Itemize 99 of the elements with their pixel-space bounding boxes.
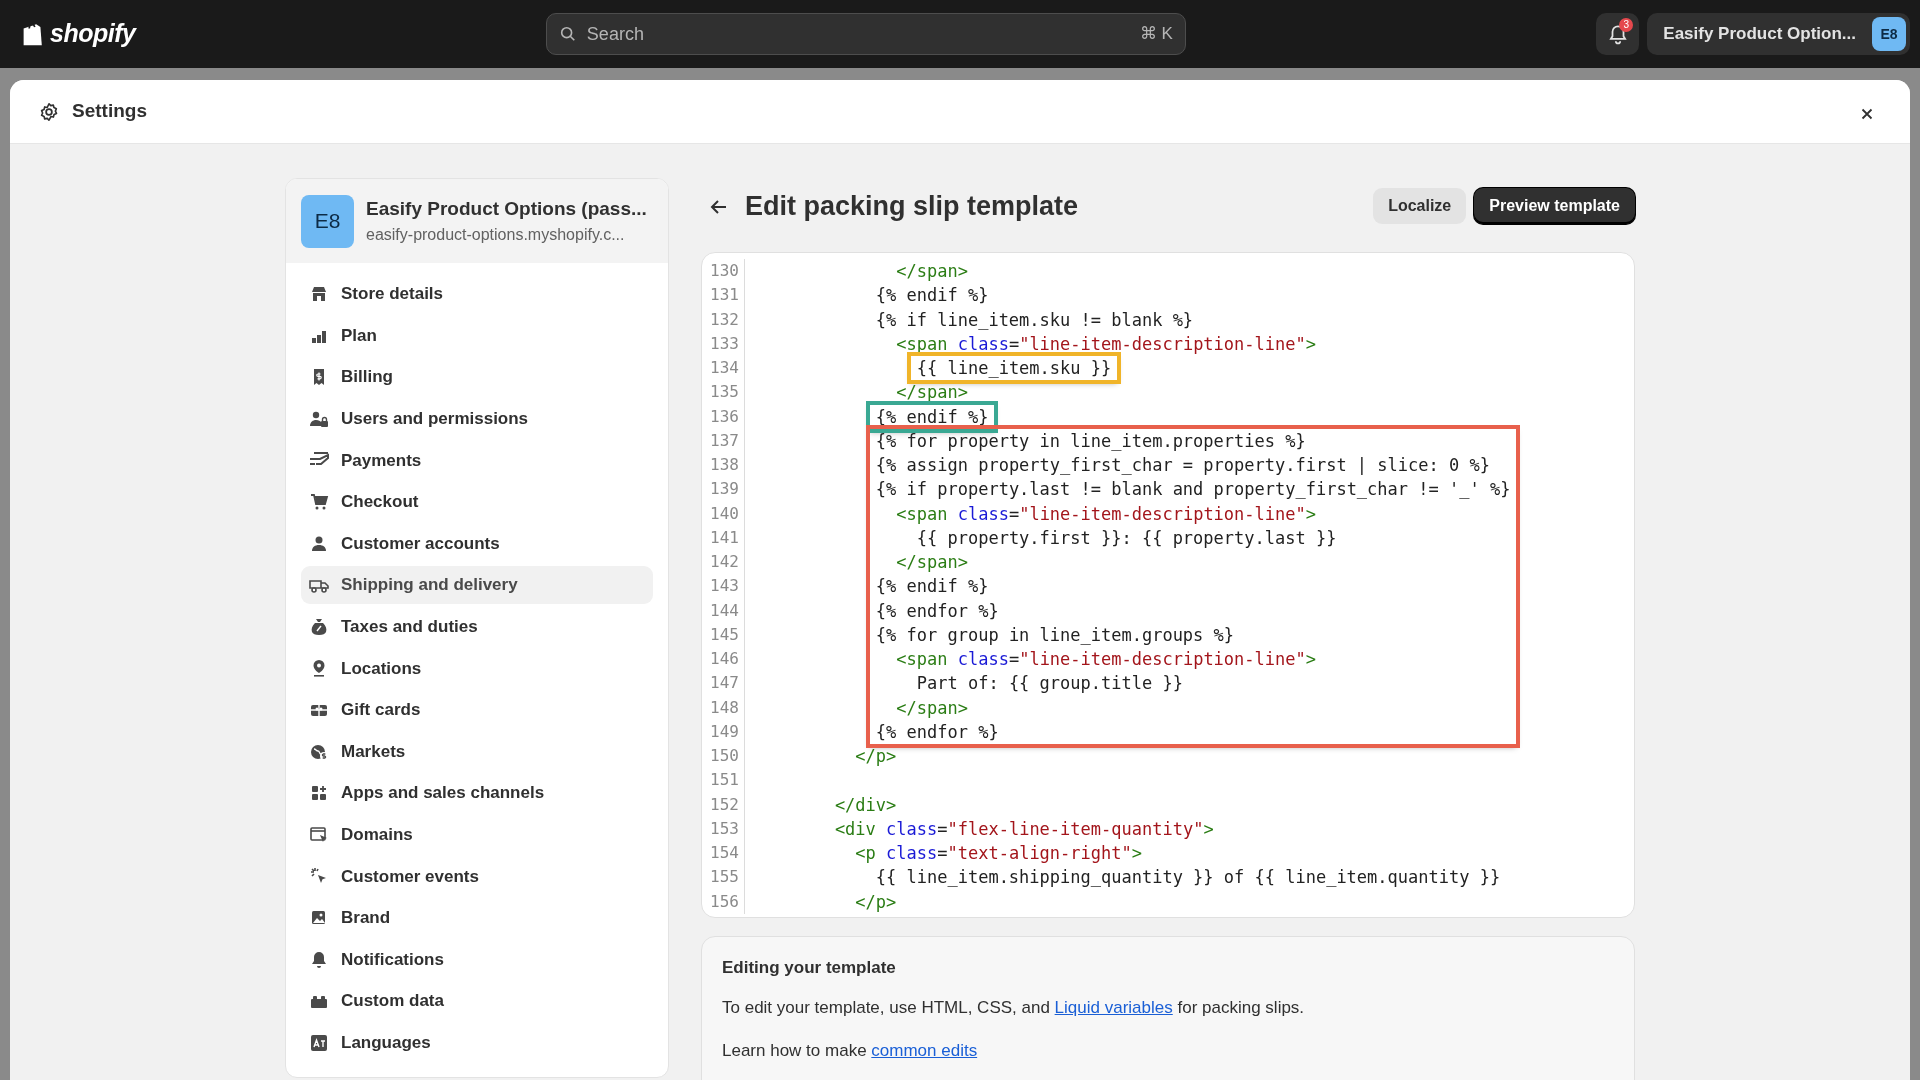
- settings-nav-item[interactable]: Apps and sales channels: [301, 774, 653, 813]
- settings-nav-item[interactable]: Gift cards: [301, 690, 653, 729]
- help-title: Editing your template: [722, 957, 897, 979]
- line-number: 134: [709, 357, 740, 379]
- store-icon: [309, 284, 329, 304]
- notification-count: 3: [1619, 18, 1634, 32]
- help-link[interactable]: common edits: [871, 1041, 978, 1060]
- line-number: 155: [709, 866, 740, 889]
- line-number: 144: [709, 599, 740, 622]
- line-number: 156: [709, 890, 740, 913]
- code-line: <div class="flex-line-item-quantity">: [833, 817, 1215, 841]
- line-number: 142: [709, 551, 740, 573]
- store-menu-button[interactable]: Easify Product Option... E8: [1647, 13, 1910, 55]
- code-line: {% if property.last != blank and property_first_char != '_' %}: [875, 478, 1511, 502]
- settings-nav-item[interactable]: Languages: [301, 1023, 653, 1062]
- code-line: </span>: [895, 696, 969, 720]
- settings-nav-item[interactable]: Markets: [301, 732, 653, 771]
- settings-nav-item[interactable]: Custom data: [301, 982, 653, 1021]
- code-line: {% for property in line_item.properties %}: [875, 429, 1307, 453]
- code-line: <span class="line-item-description-line">: [895, 332, 1317, 356]
- code-line: {{ line_item.sku }}: [916, 357, 1112, 380]
- settings-nav-item[interactable]: Store details: [301, 275, 653, 313]
- shortcut-hint: ⌘ K: [1139, 23, 1173, 46]
- line-number: 133: [709, 332, 740, 355]
- search-field[interactable]: Search: [584, 19, 1132, 49]
- help-link[interactable]: Liquid variables: [1054, 997, 1173, 1017]
- settings-nav-item[interactable]: Billing: [301, 358, 653, 397]
- code-line: {% endfor %}: [875, 599, 1000, 623]
- code-line: </p>: [854, 890, 898, 914]
- code-line: </span>: [895, 551, 969, 574]
- code-line: {{ line_item.shipping_quantity }} of {{ line_item.quantity }}: [874, 866, 1502, 890]
- line-number: 137: [709, 429, 740, 452]
- notifications-button[interactable]: 3: [1596, 13, 1640, 55]
- line-number: 138: [709, 454, 740, 476]
- line-number: 153: [709, 817, 740, 840]
- settings-nav-item[interactable]: Domains: [301, 815, 653, 854]
- settings-nav-item[interactable]: Customer events: [301, 857, 653, 896]
- settings-nav-item[interactable]: Brand: [301, 898, 653, 937]
- code-line: </span>: [895, 381, 969, 405]
- code-line: Part of: {{ group.title }}: [915, 672, 1184, 696]
- settings-nav-item[interactable]: Checkout: [301, 482, 653, 521]
- code-line: </div>: [833, 793, 898, 817]
- line-number: 130: [709, 260, 740, 282]
- bell-icon: [309, 949, 329, 970]
- preview-button[interactable]: Preview template: [1474, 188, 1635, 224]
- line-number: 135: [709, 381, 740, 404]
- settings-nav-item[interactable]: Users and permissions: [301, 399, 653, 438]
- store-avatar: E8: [1872, 17, 1906, 51]
- code-line: </span>: [895, 260, 969, 283]
- settings-nav-item[interactable]: Locations: [301, 649, 653, 688]
- help-text: Learn how to make common edits: [722, 1040, 979, 1062]
- search-icon: [558, 25, 577, 43]
- line-number: 154: [709, 842, 740, 864]
- settings-nav-item[interactable]: Taxes and duties: [301, 607, 653, 646]
- line-number: 148: [709, 696, 740, 719]
- line-number: 145: [709, 623, 740, 646]
- translate-icon: [309, 1032, 329, 1053]
- store-domain: easify-product-options.myshopify.c...: [366, 225, 626, 246]
- line-number: 150: [709, 745, 740, 767]
- code-line: {{ property.first }}: {{ property.last }}: [915, 526, 1338, 550]
- panel-title: Settings: [72, 99, 147, 124]
- line-number: 141: [709, 526, 740, 549]
- settings-nav-item[interactable]: Plan: [301, 316, 653, 355]
- line-number: 143: [709, 575, 740, 598]
- code-line: {% if line_item.sku != blank %}: [874, 308, 1195, 332]
- code-line: <p class="text-align-right">: [854, 842, 1143, 865]
- line-number: 147: [709, 672, 740, 695]
- line-number: 152: [709, 793, 740, 816]
- search-bar[interactable]: Search ⌘ K: [545, 13, 1186, 55]
- code-line: <span class="line-item-description-line">: [895, 502, 1317, 526]
- line-number: 132: [709, 308, 740, 331]
- localize-button[interactable]: Localize: [1373, 188, 1467, 224]
- cart-icon: [309, 491, 329, 512]
- code-line: {% endfor %}: [875, 720, 1000, 744]
- line-number: 139: [709, 478, 740, 501]
- settings-nav-item[interactable]: Customer accounts: [301, 524, 653, 563]
- code-line: {% for group in line_item.groups %}: [875, 623, 1236, 647]
- logo-text: shopify: [50, 18, 136, 50]
- store-name: Easify Product Options (pass...: [366, 196, 647, 221]
- settings-nav-item[interactable]: Payments: [301, 441, 653, 480]
- page-title: Edit packing slip template: [745, 189, 1080, 223]
- gear-icon: [38, 100, 60, 123]
- code-line: {% endif %}: [875, 405, 989, 429]
- settings-nav-item[interactable]: Notifications: [301, 940, 653, 979]
- money-bag-icon: [309, 616, 329, 637]
- settings-nav-item[interactable]: Shipping and delivery: [301, 566, 653, 605]
- code-line: {% assign property_first_char = property.first | slice: 0 %}: [875, 454, 1491, 477]
- line-number: 131: [709, 284, 740, 307]
- code-line: {% endif %}: [875, 575, 990, 599]
- line-number: 136: [709, 405, 740, 428]
- line-number: 151: [709, 769, 740, 792]
- help-text: To edit your template, use HTML, CSS, and Liquid variables for packing slips.: [722, 996, 1306, 1019]
- line-number: 140: [709, 502, 740, 525]
- store-avatar: E8: [301, 194, 354, 248]
- line-number: 149: [709, 720, 740, 743]
- line-number: 146: [709, 648, 740, 670]
- code-line: {% endif %}: [874, 284, 990, 308]
- code-line: <span class="line-item-description-line">: [895, 648, 1317, 671]
- code-line: </p>: [854, 745, 898, 768]
